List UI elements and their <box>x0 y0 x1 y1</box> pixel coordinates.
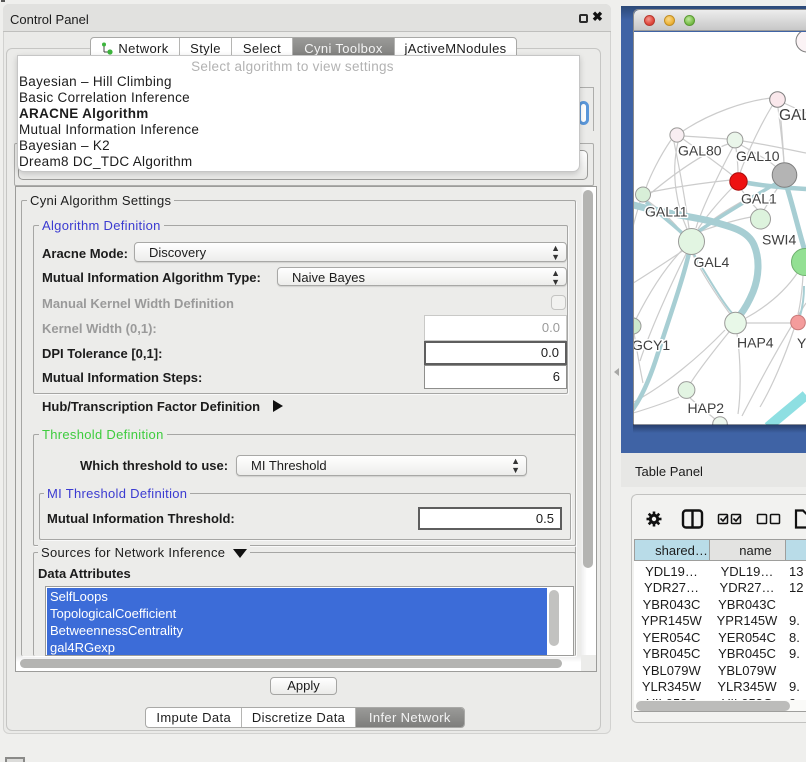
svg-text:GAL4: GAL4 <box>694 254 730 270</box>
svg-text:GAL10: GAL10 <box>736 148 780 164</box>
svg-text:GAL: GAL <box>779 107 806 124</box>
svg-text:HAP2: HAP2 <box>688 400 725 416</box>
svg-text:Y: Y <box>797 335 806 351</box>
svg-text:GAL80: GAL80 <box>678 143 722 159</box>
svg-text:HAP4: HAP4 <box>737 335 774 351</box>
svg-text:GAL1: GAL1 <box>741 191 777 207</box>
svg-text:SWI4: SWI4 <box>762 232 796 248</box>
svg-text:GCY1: GCY1 <box>634 337 670 353</box>
svg-text:GAL11: GAL11 <box>645 204 688 220</box>
